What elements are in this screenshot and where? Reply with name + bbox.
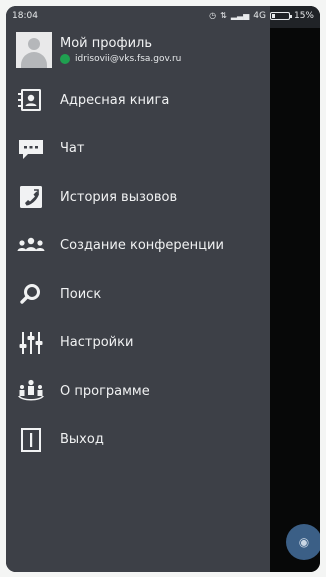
- profile-name: Мой профиль: [60, 36, 152, 51]
- navigation-drawer: Мой профиль idrisovii@vks.fsa.gov.ru Адр…: [6, 6, 270, 572]
- menu-item-label: О программе: [60, 383, 150, 399]
- menu-item-label: Адресная книга: [60, 92, 170, 108]
- menu-item-address-book[interactable]: Адресная книга: [6, 76, 270, 125]
- menu-item-label: Поиск: [60, 286, 102, 302]
- battery-fill: [271, 14, 275, 18]
- battery-icon: [269, 12, 292, 20]
- menu-item-label: Выход: [60, 432, 104, 448]
- data-transfer-icon: ⇅: [220, 11, 227, 20]
- profile-email: idrisovii@vks.fsa.gov.ru: [75, 54, 182, 64]
- search-icon: [16, 281, 46, 307]
- fab-icon: ◉: [298, 535, 310, 549]
- drawer-menu: Адресная книга Чат История вызовов Созда…: [6, 76, 270, 464]
- profile-email-row: idrisovii@vks.fsa.gov.ru: [60, 54, 181, 64]
- menu-item-create-conference[interactable]: Создание конференции: [6, 222, 270, 271]
- address-book-icon: [16, 87, 46, 113]
- menu-item-label: Создание конференции: [60, 238, 224, 254]
- menu-item-label: Настройки: [60, 335, 134, 351]
- profile-text: Мой профиль idrisovii@vks.fsa.gov.ru: [60, 36, 181, 64]
- alarm-icon: ◷: [209, 11, 217, 20]
- menu-item-chat[interactable]: Чат: [6, 125, 270, 174]
- menu-item-settings[interactable]: Настройки: [6, 319, 270, 368]
- profile-header[interactable]: Мой профиль idrisovii@vks.fsa.gov.ru: [16, 32, 266, 68]
- menu-item-search[interactable]: Поиск: [6, 270, 270, 319]
- menu-item-call-history[interactable]: История вызовов: [6, 173, 270, 222]
- call-history-icon: [16, 184, 46, 210]
- chat-icon: [16, 136, 46, 162]
- fab-button[interactable]: ◉: [286, 524, 320, 560]
- menu-item-exit[interactable]: Выход: [6, 416, 270, 465]
- menu-item-label: Чат: [60, 141, 85, 157]
- avatar-body-shape: [21, 52, 47, 68]
- status-time: 18:04: [12, 11, 38, 21]
- online-status-dot: [60, 54, 70, 64]
- settings-icon: [16, 330, 46, 356]
- avatar-head-shape: [28, 38, 40, 50]
- battery-percent: 15%: [293, 11, 314, 21]
- menu-item-label: История вызовов: [60, 189, 178, 205]
- about-icon: [16, 378, 46, 404]
- avatar[interactable]: [16, 32, 52, 68]
- menu-item-about[interactable]: О программе: [6, 367, 270, 416]
- status-bar: 18:04 ◷ ⇅ ▂▃▅ 4G 15%: [6, 6, 320, 26]
- signal-icon: ▂▃▅: [230, 11, 250, 20]
- conference-icon: [16, 233, 46, 259]
- exit-icon: [16, 427, 46, 453]
- main-content-area[interactable]: ◉: [270, 6, 320, 572]
- network-type: 4G: [253, 11, 266, 21]
- device-screen: ◉ Мой профиль idrisovii@vks.fsa.gov.ru А…: [6, 6, 320, 572]
- status-icons: ◷ ⇅ ▂▃▅ 4G 15%: [209, 11, 314, 21]
